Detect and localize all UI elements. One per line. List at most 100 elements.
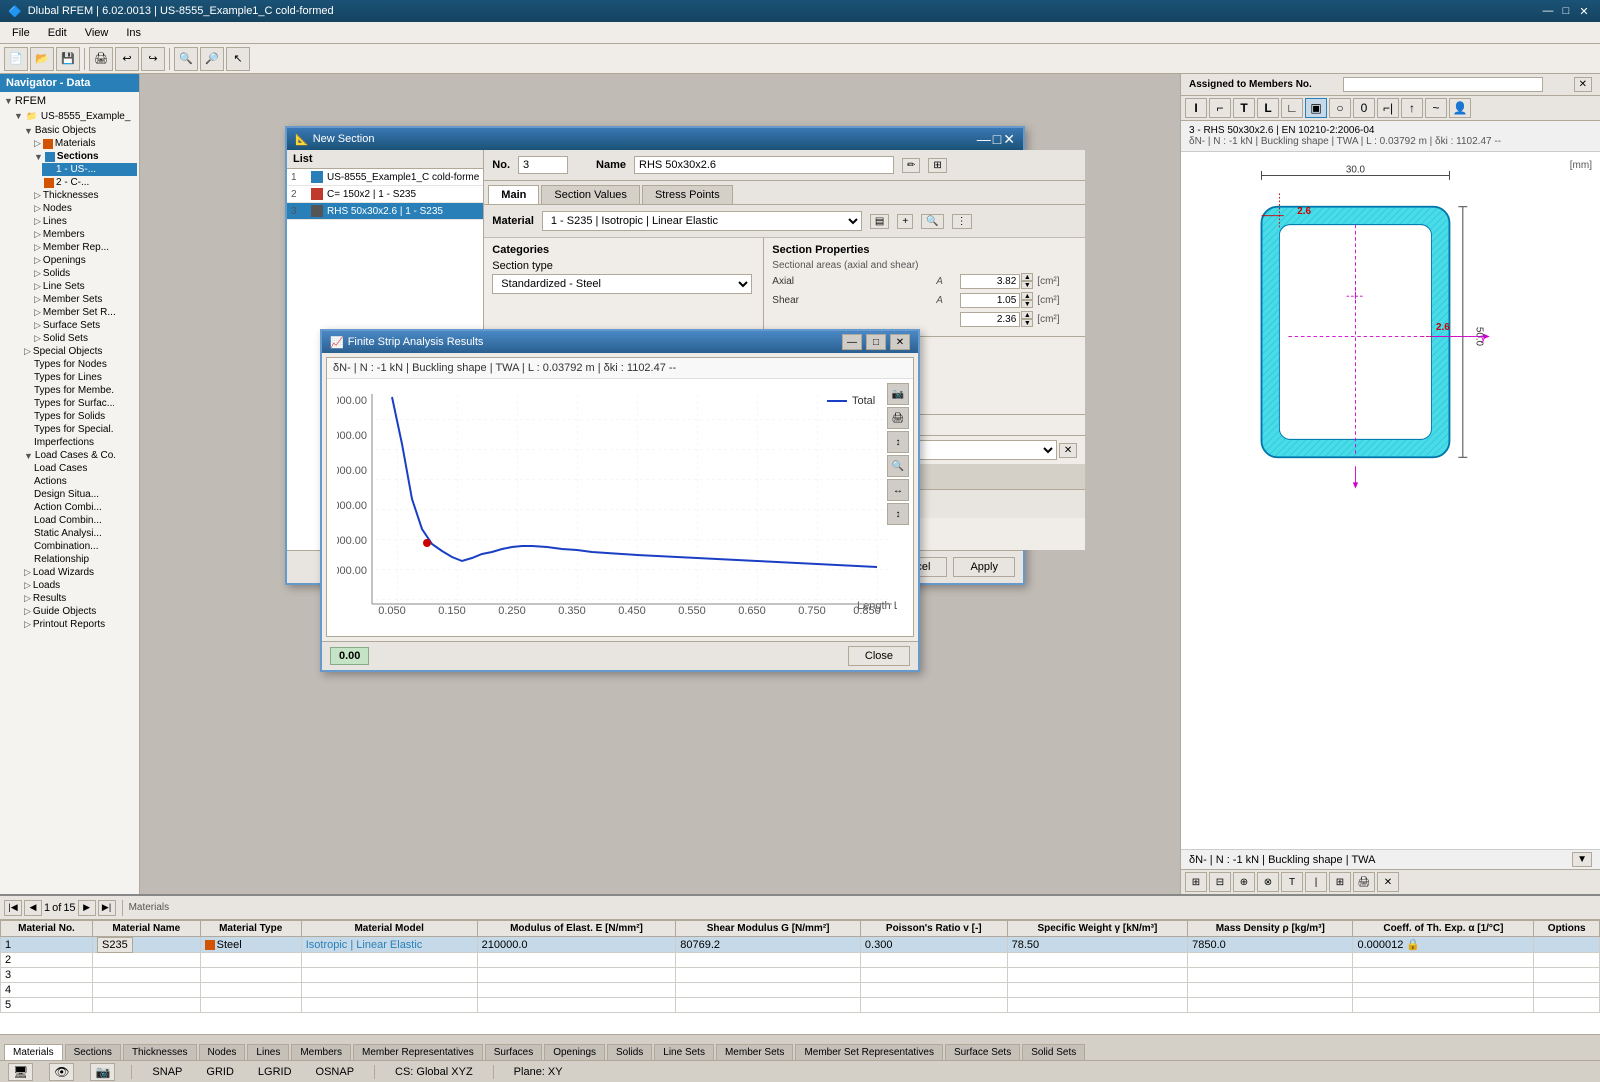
mat-cell-2-1[interactable]	[93, 953, 201, 968]
nav-surface-sets[interactable]: ▷ Surface Sets	[32, 319, 137, 332]
nav-types-nodes[interactable]: Types for Nodes	[32, 358, 137, 371]
comment-btn[interactable]: ✕	[1059, 443, 1077, 458]
list-item-2[interactable]: 2 C= 150x2 | 1 - S235	[287, 186, 483, 203]
status-icon-2[interactable]: 👁	[49, 1063, 74, 1081]
nav-action-combi[interactable]: Action Combi...	[32, 501, 137, 514]
mat-row-1[interactable]: 1S235SteelIsotropic | Linear Elastic2100…	[1, 937, 1600, 953]
apply-btn[interactable]: Apply	[953, 557, 1015, 577]
page-last-btn[interactable]: ▶|	[98, 900, 116, 916]
mat-cell-1-3[interactable]: Isotropic | Linear Elastic	[301, 937, 477, 953]
no-input[interactable]	[518, 156, 568, 174]
dialog-min-btn[interactable]: —	[977, 131, 991, 148]
assigned-clear-btn[interactable]: ✕	[1574, 77, 1592, 92]
bot-tab-solid-sets[interactable]: Solid Sets	[1022, 1044, 1085, 1060]
bot-tab-members[interactable]: Members	[291, 1044, 351, 1060]
page-next-btn[interactable]: ▶	[78, 900, 96, 916]
chart-tb-1[interactable]: 📷	[887, 383, 909, 405]
print-btn[interactable]: 🖨	[89, 47, 113, 71]
chart-tb-6[interactable]: ↕	[887, 503, 909, 525]
shape-L[interactable]: ⌐	[1209, 98, 1231, 118]
nav-section-2[interactable]: 2 - C-...	[42, 176, 137, 189]
bst-6[interactable]: |	[1305, 872, 1327, 892]
shape-person[interactable]: 👤	[1449, 98, 1471, 118]
bst-3[interactable]: ⊕	[1233, 872, 1255, 892]
nav-imperfections[interactable]: Imperfections	[32, 436, 137, 449]
shear2-input[interactable]	[960, 312, 1020, 327]
open-btn[interactable]: 📂	[30, 47, 54, 71]
nav-types-lines[interactable]: Types for Lines	[32, 371, 137, 384]
tab-main[interactable]: Main	[488, 185, 539, 204]
mat-row-4[interactable]: 4	[1, 983, 1600, 998]
bot-tab-thicknesses[interactable]: Thicknesses	[123, 1044, 197, 1060]
bot-tab-lines[interactable]: Lines	[247, 1044, 289, 1060]
right-dropdown-btn[interactable]: ▼	[1572, 852, 1592, 867]
mat-cell-3-1[interactable]	[93, 968, 201, 983]
nav-load-cases-co[interactable]: ▼ Load Cases & Co...	[22, 449, 137, 462]
page-first-btn[interactable]: |◀	[4, 900, 22, 916]
bst-5[interactable]: T	[1281, 872, 1303, 892]
maximize-btn[interactable]: □	[1558, 3, 1574, 19]
mat-row-5[interactable]: 5	[1, 998, 1600, 1013]
mat-cell-5-2[interactable]	[200, 998, 301, 1013]
nav-member-rep[interactable]: ▷ Member Rep...	[32, 241, 137, 254]
section-type-select[interactable]: Standardized - Steel	[492, 274, 752, 294]
nav-basic-objects[interactable]: ▼ Basic Objects	[22, 124, 137, 137]
nav-combination[interactable]: Combination...	[32, 540, 137, 553]
nav-file[interactable]: ▼ 📁 US-8555_Example_1	[12, 108, 137, 124]
bot-tab-member-reps[interactable]: Member Representatives	[353, 1044, 483, 1060]
shape-channel[interactable]: ⌐|	[1377, 98, 1399, 118]
chart-tb-4[interactable]: 🔍	[887, 455, 909, 477]
dialog-restore-btn[interactable]: □	[993, 131, 1001, 148]
mat-cell-2-2[interactable]	[200, 953, 301, 968]
menu-edit[interactable]: Edit	[40, 25, 75, 41]
name-browse-btn[interactable]: ⊞	[928, 158, 946, 173]
mat-cell-3-3[interactable]	[301, 968, 477, 983]
nav-load-wizards[interactable]: ▷ Load Wizards	[22, 566, 137, 579]
shape-T[interactable]: T	[1233, 98, 1255, 118]
bst-7[interactable]: ⊞	[1329, 872, 1351, 892]
bst-2[interactable]: ⊟	[1209, 872, 1231, 892]
name-edit-btn[interactable]: ✏	[902, 158, 920, 173]
shape-wave[interactable]: ~	[1425, 98, 1447, 118]
nav-line-sets[interactable]: ▷ Line Sets	[32, 280, 137, 293]
nav-types-memb[interactable]: Types for Membe...	[32, 384, 137, 397]
tab-stress-points[interactable]: Stress Points	[642, 185, 733, 204]
nav-types-solids[interactable]: Types for Solids	[32, 410, 137, 423]
bst-8[interactable]: 🖨	[1353, 872, 1375, 892]
fsa-close-btn[interactable]: ✕	[890, 334, 910, 350]
zoom-out-btn[interactable]: 🔎	[200, 47, 224, 71]
tab-section-values[interactable]: Section Values	[541, 185, 640, 204]
new-btn[interactable]: 📄	[4, 47, 28, 71]
fsa-close-action-btn[interactable]: Close	[848, 646, 910, 666]
minimize-btn[interactable]: —	[1540, 3, 1556, 19]
bot-tab-sections[interactable]: Sections	[65, 1044, 121, 1060]
axial-down[interactable]: ▼	[1021, 281, 1033, 289]
bot-tab-nodes[interactable]: Nodes	[199, 1044, 246, 1060]
chart-tb-2[interactable]: 🖨	[887, 407, 909, 429]
assigned-members-input[interactable]	[1343, 77, 1543, 92]
shear-input[interactable]	[960, 293, 1020, 308]
nav-static-analysis[interactable]: Static Analysi...	[32, 527, 137, 540]
material-btn-3[interactable]: 🔍	[921, 214, 943, 229]
nav-results[interactable]: ▷ Results	[22, 592, 137, 605]
nav-guide-objects[interactable]: ▷ Guide Objects	[22, 605, 137, 618]
fsa-max-btn[interactable]: □	[866, 334, 886, 350]
mat-cell-4-1[interactable]	[93, 983, 201, 998]
shape-0[interactable]: 0	[1353, 98, 1375, 118]
nav-solids[interactable]: ▷ Solids	[32, 267, 137, 280]
nav-types-surface[interactable]: Types for Surfac...	[32, 397, 137, 410]
chart-tb-5[interactable]: ↔	[887, 479, 909, 501]
nav-openings[interactable]: ▷ Openings	[32, 254, 137, 267]
status-icon-1[interactable]: 🖥	[8, 1063, 33, 1081]
dialog-close-btn[interactable]: ✕	[1003, 131, 1015, 148]
material-btn-1[interactable]: ▤	[870, 214, 889, 229]
menu-file[interactable]: File	[4, 25, 38, 41]
material-btn-2[interactable]: +	[897, 214, 913, 229]
bot-tab-solids[interactable]: Solids	[607, 1044, 652, 1060]
mat-row-2[interactable]: 2	[1, 953, 1600, 968]
fsa-min-btn[interactable]: —	[842, 334, 862, 350]
shape-circle[interactable]: ○	[1329, 98, 1351, 118]
nav-sections[interactable]: ▼ Sections	[32, 150, 137, 163]
save-btn[interactable]: 💾	[56, 47, 80, 71]
bot-tab-surfaces[interactable]: Surfaces	[485, 1044, 542, 1060]
